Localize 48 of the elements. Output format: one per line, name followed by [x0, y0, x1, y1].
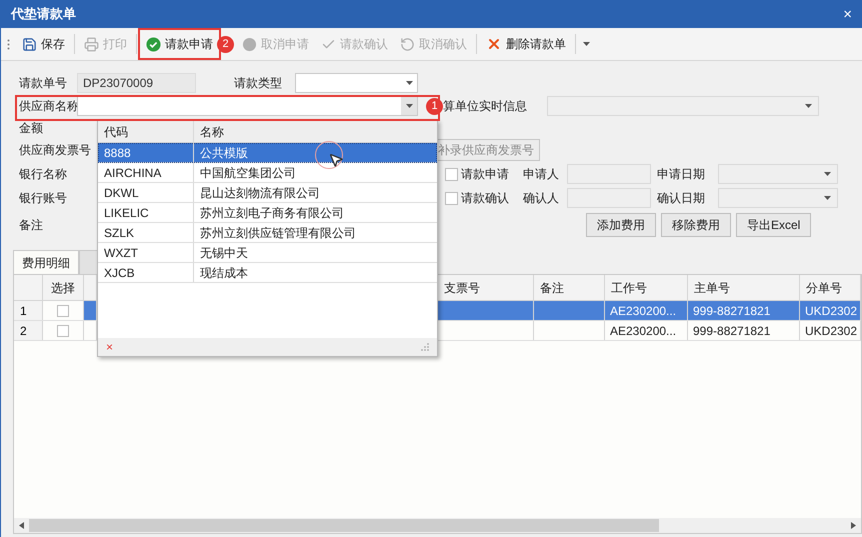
table-cell: AE230200... — [605, 321, 688, 340]
field-label: 银行账号 — [19, 190, 67, 207]
table-cell: UKD2302 — [800, 301, 861, 320]
dropdown-option[interactable]: LIKELIC 苏州立刻电子商务有限公司 — [98, 203, 437, 223]
field-label: 请款类型 — [234, 75, 282, 92]
column-header[interactable]: 工作号 — [605, 275, 688, 300]
close-button[interactable]: × — [843, 6, 852, 22]
dropdown-option[interactable]: SZLK 苏州立刻供应链管理有限公司 — [98, 223, 437, 243]
table-cell: AE230200... — [605, 301, 688, 320]
field-label: 申请人 — [523, 166, 560, 183]
checkbox[interactable]: 请款申请 — [445, 165, 523, 183]
column-header[interactable]: 选择 — [43, 275, 84, 300]
checkbox[interactable]: 请款确认 — [445, 189, 523, 207]
table-cell: UKD2302 — [800, 321, 861, 340]
toolbar-button[interactable]: 保存 — [16, 30, 71, 58]
tab[interactable]: 费用明细 — [13, 250, 79, 274]
row-number: 2 — [14, 321, 43, 340]
window-title: 代垫请款单 — [11, 5, 76, 24]
field-label: 算单位实时信息 — [443, 98, 528, 115]
action-button[interactable]: 添加费用 — [586, 213, 656, 237]
column-header[interactable]: 主单号 — [688, 275, 800, 300]
field-label: 银行名称 — [19, 166, 67, 183]
dropdown-option[interactable]: DKWL 昆山达刻物流有限公司 — [98, 183, 437, 203]
field-label: 备注 — [19, 217, 43, 234]
toolbar-button[interactable]: 删除请款单 — [480, 30, 572, 58]
field-label: 申请日期 — [657, 166, 706, 183]
table-cell: 999-88271821 — [688, 301, 800, 320]
clear-button[interactable]: × — [106, 341, 114, 353]
request-number-field[interactable]: DP23070009 — [77, 73, 196, 93]
field-label: 确认日期 — [657, 190, 706, 207]
step-badge: 2 — [217, 36, 234, 52]
row-number: 1 — [14, 301, 43, 320]
dropdown-option[interactable]: 8888 公共模版 — [98, 143, 437, 163]
dropdown-option[interactable]: AIRCHINA 中国航空集团公司 — [98, 163, 437, 183]
dropdown-option[interactable]: WXZT 无锡中天 — [98, 243, 437, 263]
field-label: 供应商发票号 — [19, 142, 91, 159]
action-button[interactable]: 移除费用 — [661, 213, 731, 237]
field-label: 请款单号 — [19, 75, 67, 92]
column-header[interactable]: 名称 — [194, 121, 437, 142]
field-label: 确认人 — [523, 190, 560, 207]
column-header[interactable]: 代码 — [98, 121, 194, 142]
field-label: 金额 — [19, 120, 43, 137]
column-header[interactable]: 分单号 — [800, 275, 861, 300]
action-button[interactable]: 导出Excel — [736, 213, 812, 237]
toolbar-button[interactable]: 请款申请 — [140, 30, 219, 58]
column-header[interactable]: 备注 — [534, 275, 605, 300]
table-cell: 999-88271821 — [688, 321, 800, 340]
dropdown-option[interactable]: XJCB 现结成本 — [98, 263, 437, 283]
